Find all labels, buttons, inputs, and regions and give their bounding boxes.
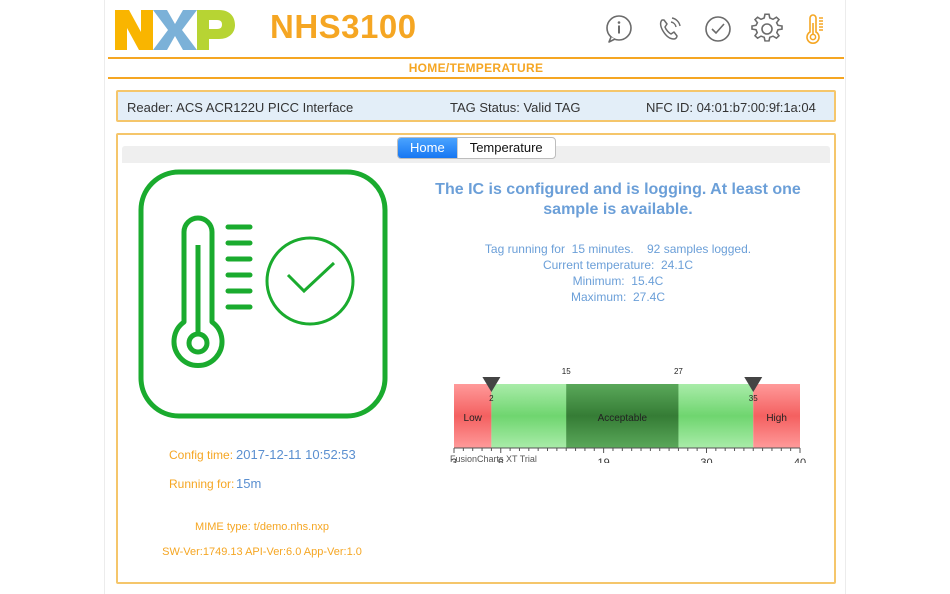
header-rule-bottom bbox=[108, 77, 844, 79]
gauge-pointer-low-label: 2 bbox=[489, 394, 494, 403]
clock-icon bbox=[705, 16, 731, 42]
breadcrumb: HOME/TEMPERATURE bbox=[408, 61, 544, 75]
logging-thermometer-icon bbox=[138, 169, 388, 419]
gauge-high-label: High bbox=[766, 413, 787, 424]
mime-type: MIME type: t/demo.nhs.nxp bbox=[195, 521, 329, 533]
gauge-acceptable-label: Acceptable bbox=[598, 413, 648, 424]
gauge-tick-label: 30 bbox=[700, 457, 712, 463]
reader-info: Reader: ACS ACR122U PICC Interface bbox=[127, 100, 354, 115]
status-headline: The IC is configured and is logging. At … bbox=[435, 181, 801, 218]
info-button[interactable] bbox=[602, 10, 636, 48]
tag-status: TAG Status: Valid TAG bbox=[450, 100, 581, 115]
gear-icon bbox=[751, 13, 783, 42]
stat-running: Tag running for 15 minutes. 92 samples l… bbox=[484, 242, 752, 256]
nxp-logo bbox=[115, 10, 235, 50]
gauge-tick-label: 40 bbox=[794, 457, 806, 463]
gauge-acceptable-min-label: 15 bbox=[562, 367, 571, 376]
tab-bar: Home Temperature bbox=[397, 137, 556, 159]
running-for-label: Running for: bbox=[169, 477, 235, 491]
header-rule-top bbox=[108, 57, 844, 59]
clock-button[interactable] bbox=[701, 10, 735, 48]
gauge-acceptable-max-label: 27 bbox=[674, 367, 683, 376]
tab-home[interactable]: Home bbox=[398, 138, 457, 158]
stat-minimum: Minimum: 15.4C bbox=[572, 274, 664, 288]
version-info: SW-Ver:1749.13 API-Ver:6.0 App-Ver:1.0 bbox=[162, 546, 362, 558]
info-icon bbox=[606, 15, 632, 43]
reader-status-bar: Reader: ACS ACR122U PICC Interface TAG S… bbox=[116, 90, 836, 122]
tab-temperature[interactable]: Temperature bbox=[456, 138, 555, 158]
phone-icon bbox=[659, 17, 681, 40]
product-title: NHS3100 bbox=[270, 8, 417, 45]
gauge-pointer-high-label: 35 bbox=[749, 394, 758, 403]
thermometer-icon bbox=[806, 14, 823, 44]
app-window: NHS3100 HOME/TEMPERATURE Reader: ACS ACR… bbox=[104, 0, 846, 594]
config-time-label: Config time: bbox=[169, 448, 234, 462]
temperature-button[interactable] bbox=[798, 10, 832, 48]
temperature-range-gauge: Low Acceptable High15 272 353 8 19 30 40FusionCh… bbox=[450, 367, 806, 463]
nfc-id: NFC ID: 04:01:b7:00:9f:1a:04 bbox=[646, 100, 816, 115]
main-panel: Home Temperature Config time: 2017-12-11… bbox=[116, 133, 836, 584]
gauge-tick-label: 19 bbox=[597, 457, 609, 463]
phone-button[interactable] bbox=[652, 10, 686, 48]
gauge-low-label: Low bbox=[464, 413, 483, 424]
stat-maximum: Maximum: 27.4C bbox=[570, 290, 666, 304]
stat-current-temperature: Current temperature: 24.1C bbox=[542, 258, 694, 272]
config-time-value: 2017-12-11 10:52:53 bbox=[236, 447, 356, 462]
settings-button[interactable] bbox=[750, 10, 784, 48]
running-for-value: 15m bbox=[236, 476, 262, 491]
fusioncharts-watermark: FusionCharts XT Trial bbox=[450, 454, 537, 463]
